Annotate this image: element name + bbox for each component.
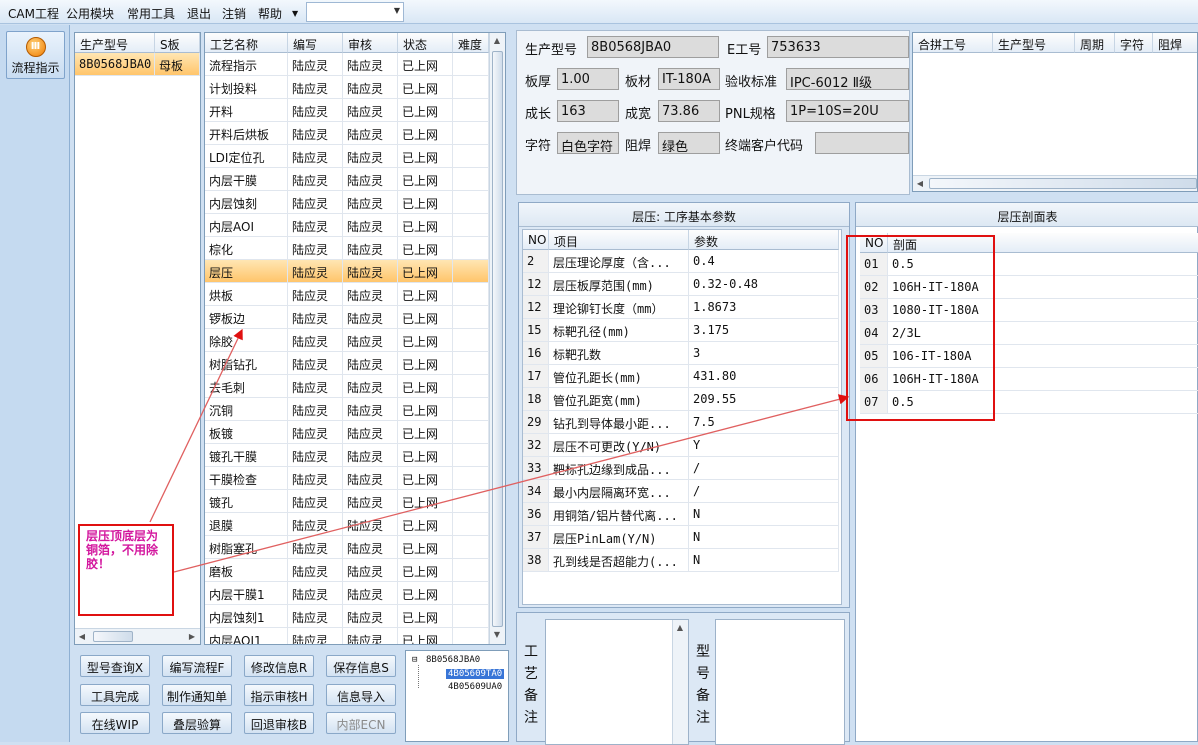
annotation-note: 层压顶底层为铜箔，不用除胶！ bbox=[78, 524, 174, 616]
annotation-arrow-to-stackup bbox=[173, 394, 850, 573]
annotation-arrow-to-process bbox=[149, 328, 243, 523]
annotation-highlight-rect bbox=[846, 235, 995, 421]
annotation-arrows bbox=[149, 328, 850, 573]
